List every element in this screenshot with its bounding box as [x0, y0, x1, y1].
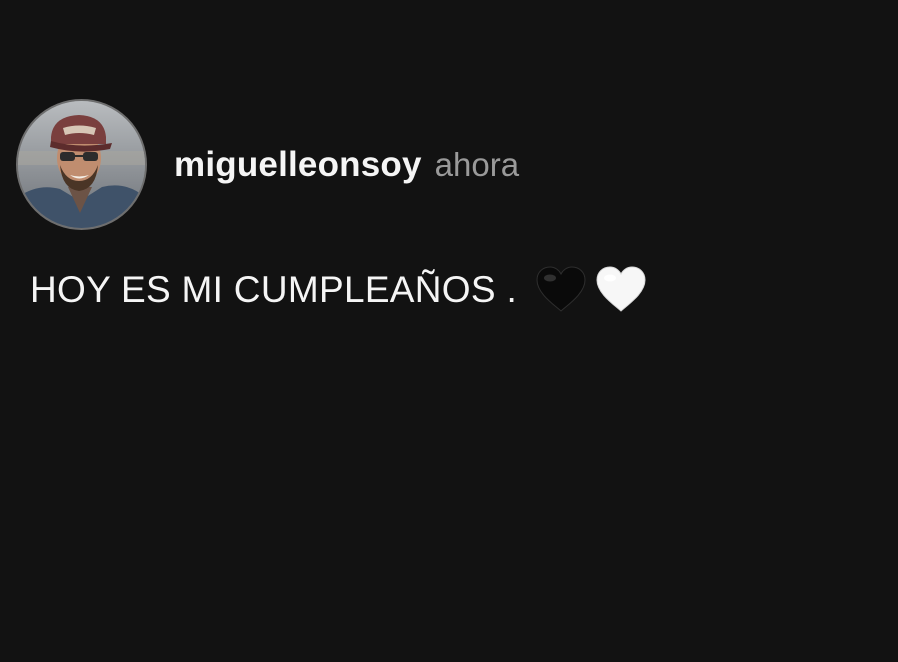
white-heart-icon — [595, 266, 647, 314]
post-caption: HOY ES MI CUMPLEAÑOS . — [30, 269, 518, 310]
avatar-photo — [18, 101, 145, 228]
post-timestamp: ahora — [434, 145, 520, 183]
story-post: miguelleonsoy ahora HOY ES MI CUMPLEAÑOS… — [0, 0, 898, 662]
post-content: HOY ES MI CUMPLEAÑOS . — [30, 262, 647, 318]
avatar[interactable] — [16, 99, 147, 230]
user-info: miguelleonsoy ahora — [174, 145, 519, 185]
username[interactable]: miguelleonsoy — [174, 145, 422, 185]
post-header: miguelleonsoy ahora — [16, 98, 519, 231]
black-heart-icon — [535, 266, 587, 314]
